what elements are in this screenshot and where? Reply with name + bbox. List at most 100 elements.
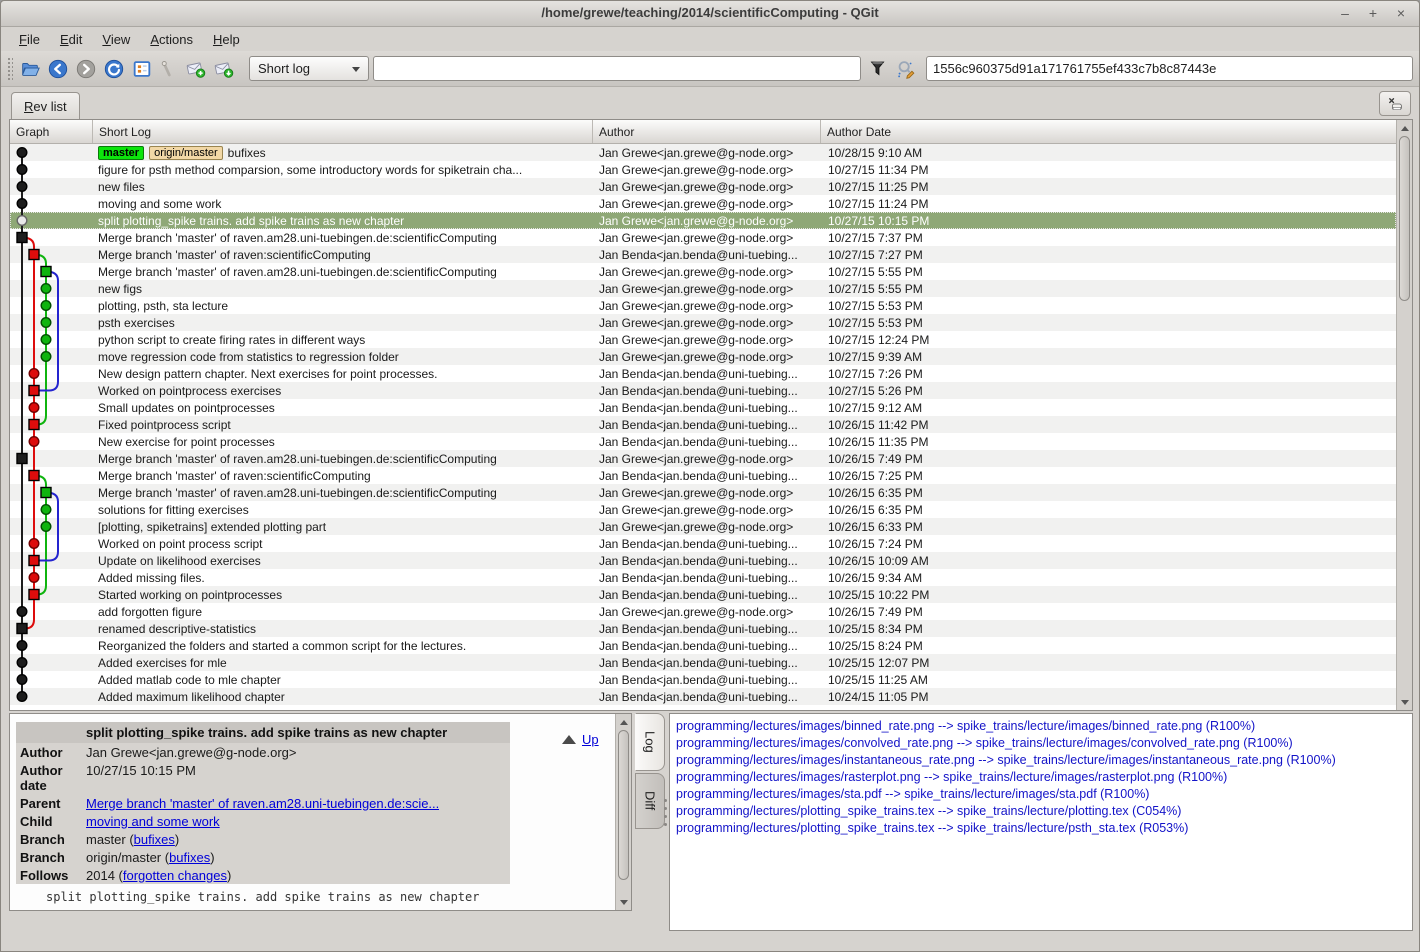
menu-edit[interactable]: Edit [50, 30, 92, 49]
commit-info-box: split plotting_spike trains. add spike t… [16, 722, 510, 884]
table-row[interactable]: Added maximum likelihood chapterJan Bend… [10, 688, 1396, 705]
detail-link[interactable]: forgotten changes [123, 868, 227, 883]
table-row[interactable]: Added missing files.Jan Benda<jan.benda@… [10, 569, 1396, 586]
table-row[interactable]: Started working on pointprocessesJan Ben… [10, 586, 1396, 603]
close-tab-button[interactable] [1379, 91, 1411, 116]
scrollbar-thumb[interactable] [1399, 136, 1410, 301]
scroll-down-arrow[interactable] [617, 895, 630, 909]
table-row[interactable]: plotting, psth, sta lectureJan Grewe<jan… [10, 297, 1396, 314]
search-input[interactable] [373, 56, 861, 81]
toolbar-drag-handle[interactable] [7, 57, 13, 81]
apply-patch-button[interactable] [211, 55, 237, 82]
changed-file-line[interactable]: programming/lectures/images/rasterplot.p… [676, 769, 1412, 786]
detail-row: Branchorigin/master (bufixes) [16, 848, 510, 866]
table-row[interactable]: new filesJan Grewe<jan.grewe@g-node.org>… [10, 178, 1396, 195]
side-tab-diff[interactable]: Diff [635, 773, 665, 829]
table-row[interactable]: masterorigin/masterbufixesJan Grewe<jan.… [10, 144, 1396, 161]
scroll-down-arrow[interactable] [1398, 695, 1411, 709]
splitter-handle[interactable] [664, 799, 667, 826]
table-row[interactable]: Merge branch 'master' of raven:scientifi… [10, 246, 1396, 263]
author-cell: Jan Benda<jan.benda@uni-tuebing... [593, 639, 821, 653]
table-row[interactable]: Reorganized the folders and started a co… [10, 637, 1396, 654]
menu-actions[interactable]: Actions [140, 30, 203, 49]
subject-text: split plotting_spike trains. add spike t… [98, 214, 404, 228]
changed-file-line[interactable]: programming/lectures/images/convolved_ra… [676, 735, 1412, 752]
author-cell: Jan Grewe<jan.grewe@g-node.org> [593, 605, 821, 619]
column-header-author-date[interactable]: Author Date [821, 120, 1396, 143]
menu-view[interactable]: View [92, 30, 140, 49]
detail-link[interactable]: bufixes [169, 850, 210, 865]
tab-bar: Rev list [1, 88, 1419, 119]
detail-link[interactable]: moving and some work [86, 814, 220, 829]
up-link[interactable]: Up [582, 732, 599, 747]
column-header-short-log[interactable]: Short Log [93, 120, 593, 143]
table-row[interactable]: Merge branch 'master' of raven.am28.uni-… [10, 263, 1396, 280]
table-row[interactable]: move regression code from statistics to … [10, 348, 1396, 365]
column-header-author[interactable]: Author [593, 120, 821, 143]
table-row[interactable]: New exercise for point processesJan Bend… [10, 433, 1396, 450]
table-row[interactable]: [plotting, spiketrains] extended plottin… [10, 518, 1396, 535]
changed-file-line[interactable]: programming/lectures/images/instantaneou… [676, 752, 1412, 769]
table-row[interactable]: Merge branch 'master' of raven.am28.uni-… [10, 484, 1396, 501]
menu-help[interactable]: Help [203, 30, 250, 49]
forward-button[interactable] [73, 55, 99, 82]
minimize-button[interactable]: – [1337, 4, 1353, 22]
table-row[interactable]: Merge branch 'master' of raven:scientifi… [10, 467, 1396, 484]
details-scrollbar[interactable] [615, 714, 631, 910]
table-row[interactable]: Merge branch 'master' of raven.am28.uni-… [10, 229, 1396, 246]
save-patch-button[interactable] [183, 55, 209, 82]
detail-link[interactable]: Merge branch 'master' of raven.am28.uni-… [86, 796, 439, 811]
table-row[interactable]: add forgotten figure Jan Grewe<jan.grewe@… [10, 603, 1396, 620]
column-header-graph[interactable]: Graph [10, 120, 93, 143]
scroll-up-arrow[interactable] [617, 715, 630, 729]
side-tab-log[interactable]: Log [635, 713, 665, 771]
table-row[interactable]: Worked on pointprocess exercisesJan Bend… [10, 382, 1396, 399]
author-cell: Jan Grewe<jan.grewe@g-node.org> [593, 282, 821, 296]
author-cell: Jan Grewe<jan.grewe@g-node.org> [593, 486, 821, 500]
table-row[interactable]: moving and some workJan Grewe<jan.grewe@… [10, 195, 1396, 212]
table-row[interactable]: New design pattern chapter. Next exercis… [10, 365, 1396, 382]
toggle-view-button[interactable] [129, 55, 155, 82]
table-row[interactable]: new figsJan Grewe<jan.grewe@g-node.org>1… [10, 280, 1396, 297]
reload-button[interactable] [101, 55, 127, 82]
changed-file-line[interactable]: programming/lectures/plotting_spike_trai… [676, 820, 1412, 837]
open-repository-button[interactable] [17, 55, 43, 82]
table-row[interactable]: Added exercises for mleJan Benda<jan.ben… [10, 654, 1396, 671]
table-row[interactable]: Merge branch 'master' of raven.am28.uni-… [10, 450, 1396, 467]
log-view-select[interactable]: Short log [249, 56, 369, 81]
changed-file-line[interactable]: programming/lectures/plotting_spike_trai… [676, 803, 1412, 820]
subject-text: new files [98, 180, 145, 194]
table-row[interactable]: Worked on point process scriptJan Benda<… [10, 535, 1396, 552]
menu-file[interactable]: File [9, 30, 50, 49]
table-row[interactable]: solutions for fitting exercisesJan Grewe… [10, 501, 1396, 518]
highlight-search-button[interactable] [893, 55, 919, 82]
changed-file-line[interactable]: programming/lectures/images/binned_rate.… [676, 718, 1412, 735]
maximize-button[interactable]: + [1365, 4, 1381, 22]
table-row[interactable]: Update on likelihood exercisesJan Benda<… [10, 552, 1396, 569]
table-row[interactable]: renamed descriptive-statisticsJan Benda<… [10, 620, 1396, 637]
detail-value: Jan Grewe<jan.grewe@g-node.org> [86, 745, 297, 760]
detail-link[interactable]: bufixes [134, 832, 175, 847]
table-row[interactable]: python script to create firing rates in … [10, 331, 1396, 348]
scroll-up-arrow[interactable] [1398, 121, 1411, 135]
date-cell: 10/25/15 12:07 PM [821, 656, 1396, 670]
rev-list-scrollbar[interactable] [1396, 120, 1412, 710]
back-button[interactable] [45, 55, 71, 82]
subject-text: Merge branch 'master' of raven.am28.uni-… [98, 486, 497, 500]
table-row[interactable]: Small updates on pointprocessesJan Benda… [10, 399, 1396, 416]
table-row[interactable]: Fixed pointprocess scriptJan Benda<jan.b… [10, 416, 1396, 433]
table-row[interactable]: psth exercisesJan Grewe<jan.grewe@g-node… [10, 314, 1396, 331]
table-row[interactable]: Added matlab code to mle chapterJan Bend… [10, 671, 1396, 688]
filter-button[interactable] [865, 55, 891, 82]
wand-button[interactable] [154, 55, 180, 82]
date-cell: 10/27/15 11:25 PM [821, 180, 1396, 194]
subject-text: add forgotten figure [98, 605, 202, 619]
close-button[interactable]: × [1393, 4, 1409, 22]
sha-input[interactable] [926, 56, 1413, 81]
changed-file-line[interactable]: programming/lectures/images/sta.pdf --> … [676, 786, 1412, 803]
table-row[interactable]: split plotting_spike trains. add spike t… [10, 212, 1396, 229]
tab-rev-list[interactable]: Rev list [11, 92, 80, 119]
table-row[interactable]: figure for psth method comparsion, some … [10, 161, 1396, 178]
subject-text: Worked on point process script [98, 537, 263, 551]
scrollbar-thumb[interactable] [618, 730, 629, 880]
